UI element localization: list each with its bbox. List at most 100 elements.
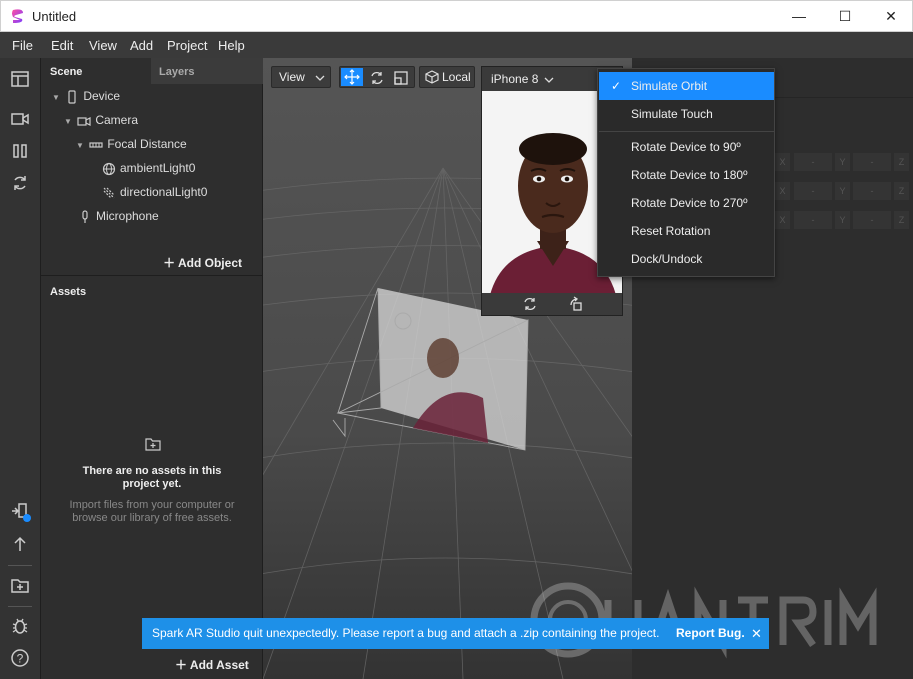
- simulation-menu: ✓ Simulate Orbit Simulate Touch Rotate D…: [597, 68, 775, 277]
- layout-icon[interactable]: [9, 68, 31, 90]
- assets-title: Assets: [50, 286, 87, 298]
- expand-arrow-icon[interactable]: ▼: [64, 112, 74, 132]
- menu-item-label: Simulate Orbit: [631, 79, 708, 93]
- move-tool-button[interactable]: [341, 68, 363, 86]
- axis-label-z: Z: [894, 153, 909, 171]
- camera-icon: [77, 116, 91, 126]
- add-object-label: Add Object: [177, 256, 242, 270]
- menu-file[interactable]: File: [12, 38, 33, 53]
- plus-icon: ＋: [175, 658, 188, 672]
- menu-add[interactable]: Add: [130, 38, 153, 53]
- menu-bar: File Edit View Add Project Help: [0, 32, 913, 58]
- tree-item-label: Device: [83, 89, 121, 103]
- view-dropdown[interactable]: View: [271, 66, 331, 88]
- menu-item-label: Rotate Device to 90º: [631, 140, 741, 154]
- checkmark-icon: ✓: [611, 79, 622, 93]
- axis-label-x: X: [775, 153, 790, 171]
- axis-label-y: Y: [835, 182, 850, 200]
- chevron-down-icon: [315, 75, 325, 81]
- menu-item-reset-rotation[interactable]: Reset Rotation: [599, 217, 774, 245]
- chevron-down-icon: [544, 77, 554, 83]
- tree-item-focal-distance[interactable]: ▼ Focal Distance: [76, 134, 187, 154]
- menu-item-rotate-270[interactable]: Rotate Device to 270º: [599, 189, 774, 217]
- tree-item-label: directionalLight0: [120, 185, 208, 199]
- scene-panel: Scene Layers ▼ Device ▼ Camera ▼ Focal D…: [41, 58, 263, 276]
- notification-message: Spark AR Studio quit unexpectedly. Pleas…: [152, 626, 660, 640]
- expand-arrow-icon[interactable]: ▼: [76, 136, 86, 156]
- scale-y-field[interactable]: -: [853, 211, 891, 229]
- add-object-button[interactable]: ＋ Add Object: [163, 254, 242, 271]
- add-folder-icon: [145, 438, 161, 451]
- upload-icon[interactable]: [9, 533, 31, 555]
- maximize-button[interactable]: ☐: [822, 1, 868, 32]
- menu-project[interactable]: Project: [167, 38, 207, 53]
- rotation-y-field[interactable]: -: [853, 182, 891, 200]
- menu-help[interactable]: Help: [218, 38, 245, 53]
- video-icon[interactable]: [9, 108, 31, 130]
- refresh-icon[interactable]: [9, 172, 31, 194]
- menu-divider: [599, 131, 774, 132]
- close-button[interactable]: ✕: [868, 1, 913, 32]
- position-x-field[interactable]: -: [794, 153, 832, 171]
- close-icon[interactable]: ✕: [751, 618, 762, 649]
- device-name: iPhone 8: [491, 72, 539, 86]
- tree-item-directional-light[interactable]: directionalLight0: [102, 182, 207, 202]
- svg-text:?: ?: [17, 652, 24, 666]
- menu-item-label: Simulate Touch: [631, 107, 713, 121]
- expand-arrow-icon[interactable]: ▼: [52, 88, 62, 108]
- device-icon: [68, 90, 76, 104]
- bug-icon[interactable]: [9, 615, 31, 637]
- tree-item-ambient-light[interactable]: ambientLight0: [102, 158, 195, 178]
- scene-tabs: Scene Layers: [41, 58, 263, 84]
- tree-item-camera[interactable]: ▼ Camera: [64, 110, 138, 130]
- menu-item-simulate-orbit[interactable]: ✓ Simulate Orbit: [599, 72, 774, 100]
- report-bug-link[interactable]: Report Bug.: [676, 618, 745, 649]
- tree-item-label: Focal Distance: [107, 137, 187, 151]
- coordinate-space-toggle[interactable]: Local: [419, 66, 475, 88]
- send-to-device-icon[interactable]: [9, 501, 31, 523]
- directional-light-icon: [103, 187, 115, 199]
- axis-label-x: X: [775, 182, 790, 200]
- tab-layers[interactable]: Layers: [151, 58, 263, 84]
- microphone-icon: [82, 210, 88, 223]
- toolbar-divider: [8, 565, 32, 566]
- tree-item-label: Microphone: [96, 209, 159, 223]
- position-y-field[interactable]: -: [853, 153, 891, 171]
- menu-edit[interactable]: Edit: [51, 38, 73, 53]
- menu-item-rotate-180[interactable]: Rotate Device to 180º: [599, 161, 774, 189]
- minimize-button[interactable]: —: [776, 1, 822, 32]
- rotate-device-icon[interactable]: [568, 296, 584, 312]
- plus-icon: ＋: [163, 256, 176, 270]
- axis-label-y: Y: [835, 153, 850, 171]
- cube-icon: [425, 70, 439, 84]
- menu-item-dock-undock[interactable]: Dock/Undock: [599, 245, 774, 273]
- focal-distance-icon: [89, 142, 103, 148]
- view-label: View: [279, 70, 305, 84]
- menu-item-label: Rotate Device to 180º: [631, 168, 748, 182]
- axis-label-x: X: [775, 211, 790, 229]
- rotate-tool-icon[interactable]: [368, 69, 386, 87]
- help-icon[interactable]: ?: [9, 647, 31, 669]
- tab-scene[interactable]: Scene: [41, 58, 151, 84]
- pause-icon[interactable]: [9, 140, 31, 162]
- empty-assets-title: There are no assets in this project yet.: [82, 465, 222, 490]
- orbit-icon[interactable]: [522, 296, 538, 312]
- ambient-light-icon: [102, 162, 116, 175]
- add-folder-icon[interactable]: [9, 574, 31, 596]
- axis-label-y: Y: [835, 211, 850, 229]
- tree-item-device[interactable]: ▼ Device: [52, 86, 120, 106]
- rotation-x-field[interactable]: -: [794, 182, 832, 200]
- tree-item-microphone[interactable]: Microphone: [78, 206, 159, 226]
- scale-tool-icon[interactable]: [392, 69, 410, 87]
- tree-item-label: ambientLight0: [120, 161, 196, 175]
- menu-item-simulate-touch[interactable]: Simulate Touch: [599, 100, 774, 128]
- menu-item-rotate-90[interactable]: Rotate Device to 90º: [599, 133, 774, 161]
- move-icon: [344, 69, 360, 85]
- scale-x-field[interactable]: -: [794, 211, 832, 229]
- add-asset-button[interactable]: ＋ Add Asset: [175, 656, 249, 673]
- axis-label-z: Z: [894, 211, 909, 229]
- axis-label-z: Z: [894, 182, 909, 200]
- left-toolbar: ?: [0, 58, 41, 679]
- menu-item-label: Reset Rotation: [631, 224, 711, 238]
- menu-view[interactable]: View: [89, 38, 117, 53]
